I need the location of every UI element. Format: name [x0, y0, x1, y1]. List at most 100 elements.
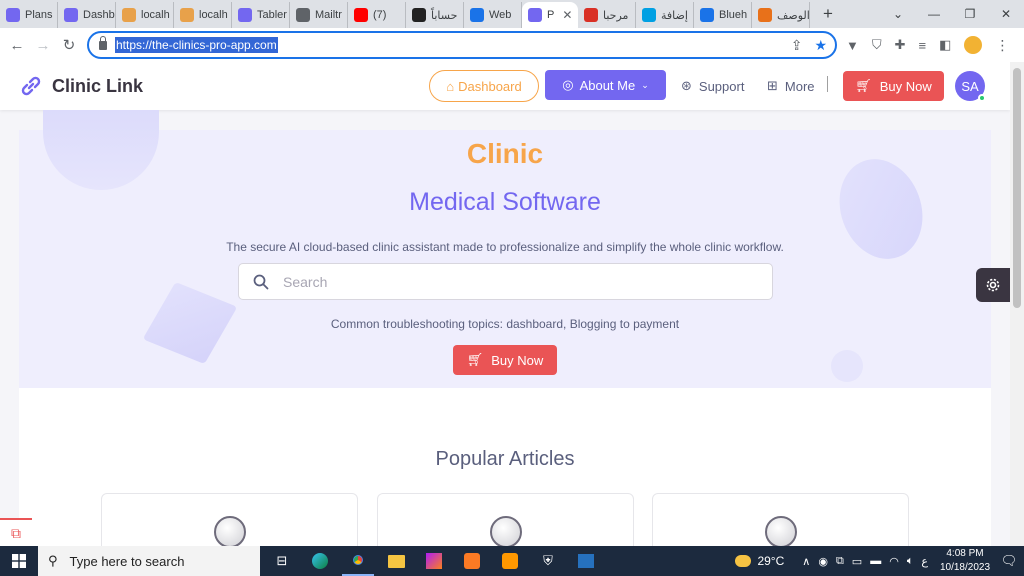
meet-now-icon[interactable]: ⧉: [836, 555, 844, 568]
bookmark-star-icon[interactable]: ★: [814, 37, 827, 54]
browser-tab[interactable]: Web: [464, 2, 522, 28]
browser-tab[interactable]: مرحبا: [578, 2, 636, 28]
dashboard-label: Dashboard: [458, 78, 522, 94]
tab-title: مرحبا: [603, 9, 629, 22]
browser-tab[interactable]: إضافة: [636, 2, 694, 28]
close-window-button[interactable]: ✕: [988, 0, 1024, 28]
decorative-circle: [831, 350, 863, 382]
browser-tab[interactable]: P ✕: [522, 2, 578, 28]
tab-favicon-icon: [296, 8, 310, 22]
browser-tab[interactable]: حساباً: [406, 2, 464, 28]
extensions-puzzle-icon[interactable]: ✚: [895, 37, 906, 53]
browser-tab[interactable]: Dashb: [58, 2, 116, 28]
chrome-menu-icon[interactable]: ⋮: [995, 37, 1009, 54]
chrome-icon[interactable]: [342, 546, 374, 576]
user-avatar[interactable]: SA: [955, 71, 986, 102]
more-link[interactable]: ⊞ More: [767, 78, 815, 94]
temperature-text[interactable]: 29°C: [757, 554, 784, 568]
article-card[interactable]: [377, 493, 634, 546]
browser-tab[interactable]: Plans: [0, 2, 58, 28]
close-tab-icon[interactable]: ✕: [562, 8, 572, 22]
browser-tab[interactable]: Tabler: [232, 2, 290, 28]
web-page: Clinic Link ⌂ Dashboard ◎ About Me ⌄ ⊛ S…: [0, 62, 1010, 546]
laravel-debugbar-icon[interactable]: ⧉: [0, 518, 32, 546]
profile-avatar-icon[interactable]: [964, 36, 983, 54]
tab-title: Plans: [25, 9, 53, 21]
hero-buy-now-button[interactable]: 🛒︎ Buy Now: [453, 345, 557, 375]
target-icon: ◎: [562, 77, 574, 92]
language-indicator[interactable]: ع: [921, 555, 928, 568]
tab-title: حساباً: [431, 9, 458, 22]
search-box[interactable]: [238, 263, 773, 300]
xampp-icon[interactable]: [456, 546, 488, 576]
vue-devtools-icon[interactable]: ▼: [846, 38, 859, 53]
reload-button[interactable]: ↻: [56, 36, 82, 54]
sublime-text-icon[interactable]: [494, 546, 526, 576]
battery-icon[interactable]: ▬: [870, 555, 881, 567]
article-card[interactable]: [652, 493, 909, 546]
dashboard-button[interactable]: ⌂ Dashboard: [429, 70, 539, 102]
share-icon[interactable]: ⇪: [791, 37, 803, 54]
restore-button[interactable]: ❐: [952, 0, 988, 28]
article-card[interactable]: [101, 493, 358, 546]
system-tray: 29°C ∧ ◉ ⧉ ▭ ▬ ◠ 🔈︎ ع 4:08 PM 10/18/2023…: [735, 546, 1024, 576]
weather-icon[interactable]: [735, 555, 752, 567]
popular-articles-section: Popular Articles: [19, 388, 991, 546]
side-panel-icon[interactable]: ◧: [939, 37, 951, 53]
settings-gear-button[interactable]: [976, 268, 1010, 302]
windows-taskbar: ⚲ Type here to search ⊟ ⛨ 29°C ∧ ◉ ⧉ ▭ ▬…: [0, 546, 1024, 576]
site-brand[interactable]: Clinic Link: [20, 75, 143, 97]
tab-title: (7): [373, 9, 387, 21]
about-me-label: About Me: [579, 77, 636, 93]
tab-favicon-icon: [528, 8, 542, 22]
new-tab-button[interactable]: +: [816, 4, 840, 24]
taskbar-search-box[interactable]: ⚲ Type here to search: [38, 546, 260, 576]
display-icon[interactable]: ▭: [852, 555, 862, 568]
security-shield-icon[interactable]: ⛨: [532, 546, 564, 576]
task-view-icon[interactable]: ⊟: [266, 546, 298, 576]
address-bar[interactable]: https://the-clinics-pro-app.com ⇪ ★: [87, 31, 837, 59]
buy-now-button[interactable]: 🛒︎ Buy Now: [843, 71, 944, 101]
start-button[interactable]: [0, 546, 38, 576]
tab-favicon-icon: [64, 8, 78, 22]
cart-icon: 🛒︎: [855, 78, 872, 93]
page-scrollbar[interactable]: [1010, 62, 1024, 546]
about-me-dropdown[interactable]: ◎ About Me ⌄: [545, 70, 666, 100]
back-button[interactable]: ←: [4, 37, 30, 54]
nav-divider: [827, 76, 828, 92]
scrollbar-thumb[interactable]: [1013, 68, 1021, 308]
support-label: Support: [698, 78, 745, 94]
forward-button[interactable]: →: [30, 37, 56, 54]
notification-icon[interactable]: 🗨︎: [994, 553, 1024, 569]
file-explorer-icon[interactable]: [380, 546, 412, 576]
search-icon: [253, 274, 269, 289]
browser-tab-strip: Plans Dashb localh localh Tabler Mailtr (7) حسا…: [0, 0, 1024, 28]
shield-extension-icon[interactable]: ⛉: [872, 37, 882, 53]
browser-tab[interactable]: الوصف: [752, 2, 810, 28]
search-input[interactable]: [283, 273, 723, 290]
browser-tab[interactable]: localh: [174, 2, 232, 28]
browser-tab[interactable]: localh: [116, 2, 174, 28]
online-status-dot: [978, 94, 986, 102]
minimize-button[interactable]: —: [916, 0, 952, 28]
tab-search-icon[interactable]: ⌄: [880, 0, 916, 28]
url-text[interactable]: https://the-clinics-pro-app.com: [115, 37, 278, 53]
wifi-icon[interactable]: ◠: [889, 555, 899, 568]
powershell-icon[interactable]: [570, 546, 602, 576]
article-icon: [765, 516, 797, 546]
lock-icon[interactable]: [99, 35, 107, 50]
media-control-icon[interactable]: ≡: [919, 38, 927, 53]
tab-title: إضافة: [661, 9, 688, 22]
browser-tab[interactable]: Blueh: [694, 2, 752, 28]
system-clock[interactable]: 4:08 PM 10/18/2023: [936, 547, 994, 575]
phpstorm-icon[interactable]: [418, 546, 450, 576]
support-link[interactable]: ⊛ Support: [681, 78, 744, 94]
chevron-up-icon[interactable]: ∧: [802, 555, 810, 568]
browser-tab[interactable]: (7): [348, 2, 406, 28]
tab-favicon-icon: [642, 8, 656, 22]
edge-icon[interactable]: [304, 546, 336, 576]
browser-tab[interactable]: Mailtr: [290, 2, 348, 28]
site-navbar: Clinic Link ⌂ Dashboard ◎ About Me ⌄ ⊛ S…: [0, 62, 1010, 110]
volume-icon[interactable]: 🔈︎: [907, 555, 914, 568]
record-icon[interactable]: ◉: [818, 555, 828, 568]
